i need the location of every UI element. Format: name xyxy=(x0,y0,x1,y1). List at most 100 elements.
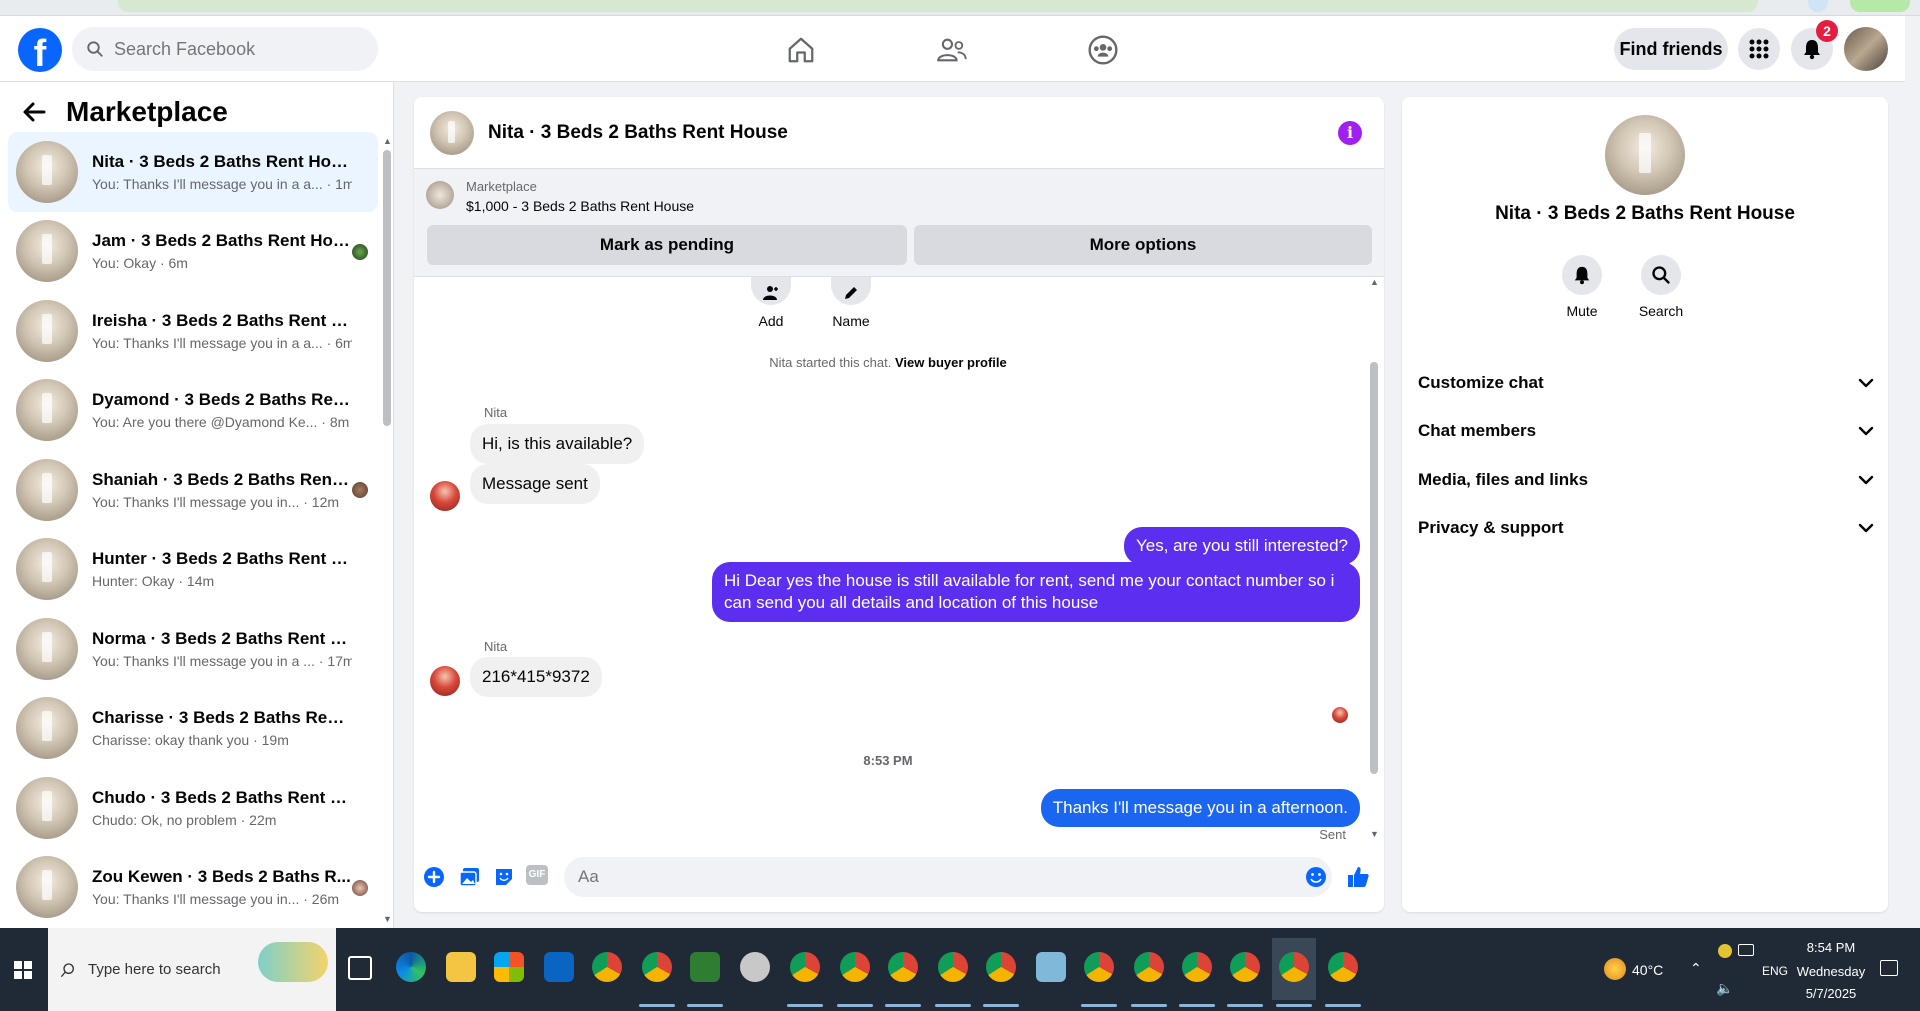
grid-icon xyxy=(1749,39,1769,59)
chrome-profile-icon[interactable] xyxy=(1134,952,1164,982)
conversation-item[interactable]: Norma · 3 Beds 2 Baths Rent Ho... You: Th… xyxy=(8,609,378,689)
windows-start-button[interactable] xyxy=(0,928,46,1011)
listing-price[interactable]: $1,000 - 3 Beds 2 Baths Rent House xyxy=(466,198,694,214)
conversation-item[interactable]: Dyamond · 3 Beds 2 Baths Rent ... You: Ar… xyxy=(8,371,378,451)
browser-extension-icon[interactable] xyxy=(1808,0,1828,12)
search-action[interactable]: Search xyxy=(1631,255,1691,319)
chat-title[interactable]: Nita · 3 Beds 2 Baths Rent House xyxy=(488,122,788,144)
info-icon[interactable]: i xyxy=(1338,121,1362,145)
outgoing-message[interactable]: Yes, are you still interested? xyxy=(1124,527,1360,565)
conversation-item[interactable]: Nita · 3 Beds 2 Baths Rent House You: Tha… xyxy=(8,132,378,212)
mark-as-pending-button[interactable]: Mark as pending xyxy=(427,225,907,265)
spreadsheet-app-icon[interactable] xyxy=(690,952,720,982)
sticker-icon[interactable] xyxy=(492,865,516,889)
browser-profile-button[interactable] xyxy=(1850,0,1910,12)
facebook-logo-icon[interactable]: f xyxy=(18,28,62,72)
back-arrow-icon[interactable] xyxy=(22,101,46,123)
details-listing-thumbnail[interactable] xyxy=(1605,115,1685,195)
chat-scroll-down-arrow[interactable]: ▼ xyxy=(1370,829,1379,839)
customize-chat-section[interactable]: Customize chat xyxy=(1418,363,1874,403)
chrome-profile-icon[interactable] xyxy=(938,952,968,982)
app-icon[interactable] xyxy=(740,952,770,982)
buyer-avatar[interactable] xyxy=(430,481,460,511)
incoming-message[interactable]: Message sent xyxy=(470,464,600,504)
emoji-icon[interactable] xyxy=(1304,865,1328,889)
sidebar-header: Marketplace xyxy=(22,96,228,128)
search-box[interactable] xyxy=(72,27,378,71)
conversation-item[interactable]: Shaniah · 3 Beds 2 Baths Rent ... You: Th… xyxy=(8,450,378,530)
chrome-profile-icon[interactable] xyxy=(888,952,918,982)
microsoft-store-icon[interactable] xyxy=(494,952,524,982)
view-buyer-profile-link[interactable]: View buyer profile xyxy=(895,355,1007,370)
chat-listing-thumbnail[interactable] xyxy=(430,110,474,155)
conversation-item[interactable]: Ireisha · 3 Beds 2 Baths Rent Ho... You: … xyxy=(8,291,378,371)
weather-sun-icon[interactable] xyxy=(1604,958,1626,980)
privacy-support-section[interactable]: Privacy & support xyxy=(1418,508,1874,548)
sidebar-scrollbar[interactable] xyxy=(383,150,391,426)
chrome-profile-icon[interactable] xyxy=(1328,952,1358,982)
chat-members-section[interactable]: Chat members xyxy=(1418,411,1874,451)
media-files-links-section[interactable]: Media, files and links xyxy=(1418,460,1874,500)
listing-small-thumbnail[interactable] xyxy=(426,181,454,209)
chevron-up-icon[interactable]: ⌃ xyxy=(1690,960,1702,977)
name-action[interactable]: Name xyxy=(821,277,881,329)
chat-scroll-up-arrow[interactable]: ▲ xyxy=(1370,277,1379,287)
network-icon[interactable] xyxy=(1738,944,1754,956)
chrome-profile-icon[interactable] xyxy=(1084,952,1114,982)
conversation-item[interactable]: Jam · 3 Beds 2 Baths Rent Hou... You: Oka… xyxy=(8,212,378,292)
conversation-item[interactable]: Hunter · 3 Beds 2 Baths Rent Ho... Hunter… xyxy=(8,530,378,610)
buyer-avatar[interactable] xyxy=(430,666,460,696)
section-label: Chat members xyxy=(1418,421,1537,440)
more-options-button[interactable]: More options xyxy=(914,225,1372,265)
message-input[interactable] xyxy=(564,857,1332,897)
chrome-profile-icon[interactable] xyxy=(790,952,820,982)
incoming-message[interactable]: 216*415*9372 xyxy=(470,657,602,697)
chrome-icon[interactable] xyxy=(592,952,622,982)
thumbs-up-icon[interactable] xyxy=(1346,865,1370,889)
scroll-down-arrow[interactable]: ▼ xyxy=(383,914,392,924)
photo-icon[interactable] xyxy=(458,865,482,889)
page-scrollbar[interactable] xyxy=(1905,82,1920,928)
home-icon[interactable] xyxy=(781,30,821,70)
chrome-profile-icon[interactable] xyxy=(1182,952,1212,982)
find-friends-button[interactable]: Find friends xyxy=(1614,28,1728,70)
clock-time[interactable]: 8:54 PM xyxy=(1796,940,1866,955)
incoming-message[interactable]: Hi, is this available? xyxy=(470,424,645,464)
chrome-profile-icon[interactable] xyxy=(1230,952,1260,982)
menu-grid-button[interactable] xyxy=(1738,28,1780,70)
language-indicator[interactable]: ENG xyxy=(1762,964,1788,978)
outlook-icon[interactable] xyxy=(544,952,574,982)
conversation-item[interactable]: Zou Kewen · 3 Beds 2 Baths R... You: Than… xyxy=(8,848,378,928)
tray-app-icon[interactable] xyxy=(1718,944,1732,958)
conversation-item[interactable]: Charisse · 3 Beds 2 Baths Rent H... Chari… xyxy=(8,689,378,769)
add-action[interactable]: Add xyxy=(741,277,801,329)
chrome-profile-icon[interactable] xyxy=(840,952,870,982)
mute-action[interactable]: Mute xyxy=(1552,255,1612,319)
groups-icon[interactable] xyxy=(1083,30,1123,70)
gif-icon[interactable]: GIF xyxy=(526,865,548,885)
notification-center-icon[interactable] xyxy=(1880,960,1898,976)
weather-temperature[interactable]: 40°C xyxy=(1632,962,1663,978)
clock-day[interactable]: Wednesday xyxy=(1796,964,1866,979)
taskbar-search-box[interactable]: Type here to search xyxy=(48,928,336,1011)
conversation-item[interactable]: Chudo · 3 Beds 2 Baths Rent Ho... Chudo: … xyxy=(8,768,378,848)
edge-browser-icon[interactable] xyxy=(396,952,426,982)
plus-icon[interactable] xyxy=(422,865,446,889)
friends-icon[interactable] xyxy=(932,30,972,70)
volume-icon[interactable]: 🔈 xyxy=(1716,980,1733,997)
file-explorer-icon[interactable] xyxy=(446,952,476,982)
browser-address-bar[interactable] xyxy=(118,0,1758,12)
chat-scrollbar[interactable] xyxy=(1370,362,1378,774)
search-input[interactable] xyxy=(114,38,354,60)
chrome-profile-icon[interactable] xyxy=(986,952,1016,982)
chrome-profile-icon[interactable] xyxy=(1279,952,1309,982)
scroll-up-arrow[interactable]: ▲ xyxy=(383,136,392,146)
profile-avatar[interactable] xyxy=(1844,27,1888,71)
clock-date[interactable]: 5/7/2025 xyxy=(1796,986,1866,1001)
outgoing-message[interactable]: Thanks I'll message you in a afternoon. xyxy=(1040,789,1360,827)
task-view-icon[interactable] xyxy=(348,956,372,980)
app-icon[interactable] xyxy=(1036,952,1066,982)
outgoing-message[interactable]: Hi Dear yes the house is still available… xyxy=(712,562,1360,622)
bell-icon xyxy=(1574,266,1590,285)
chrome-profile-icon[interactable] xyxy=(642,952,672,982)
